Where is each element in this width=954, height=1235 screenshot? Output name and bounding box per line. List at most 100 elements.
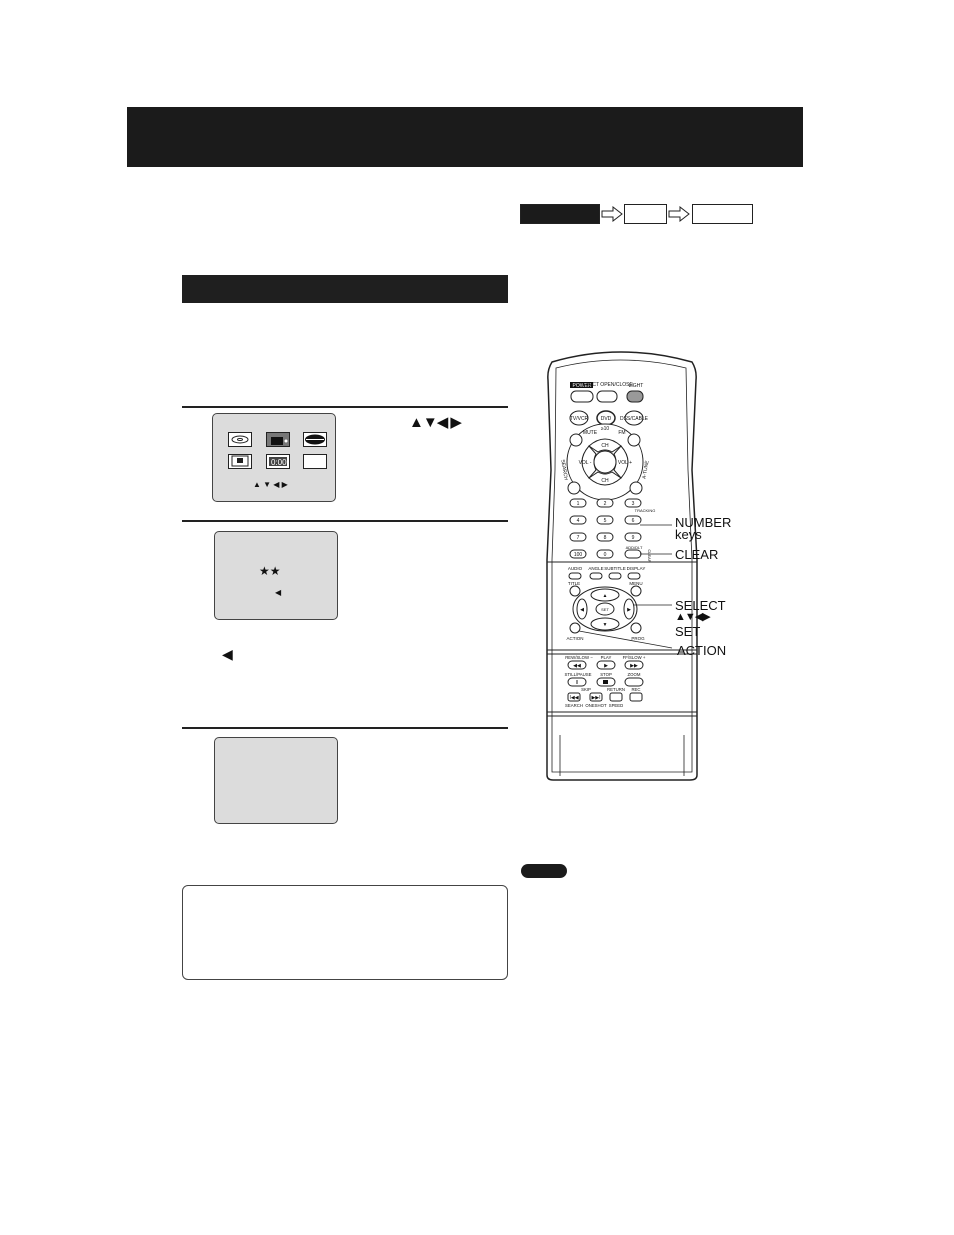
number-key-label: 1 [577, 501, 580, 507]
number-key-label: 2 [604, 501, 607, 507]
zoom-label: ZOOM [628, 672, 641, 677]
number-key-label: 0 [604, 552, 607, 558]
number-key-label: 9 [632, 535, 635, 541]
callout-clear: CLEAR [675, 547, 719, 562]
rating-icon [228, 454, 252, 469]
vol-plus-label: VOL + [618, 460, 632, 466]
callout-action: ACTION [677, 643, 727, 658]
lips-icon [303, 432, 327, 447]
fm-button[interactable] [627, 433, 641, 447]
cursor-left-icon: ◀ [275, 588, 282, 597]
tv-icon [266, 432, 290, 447]
dvd-label: DVD [601, 416, 612, 422]
tv-screen-menu: 0:00 ▲ ▼ ◀ ▶ [212, 413, 336, 502]
menu-button[interactable] [630, 585, 642, 597]
angle-button[interactable] [589, 572, 603, 580]
search-button[interactable] [567, 481, 581, 495]
set-button-label: SET [601, 607, 609, 612]
hollow-right-arrow-icon [601, 206, 623, 222]
mute-button[interactable] [569, 433, 583, 447]
light-label: LIGHT [629, 383, 644, 389]
add-dlt-button[interactable] [624, 549, 642, 559]
number-key-label: 7 [577, 535, 580, 541]
callout-set: SET [675, 624, 701, 639]
subtitle-button[interactable] [608, 572, 622, 580]
speed-label: SPEED [609, 703, 624, 708]
return-label: RETURN [607, 687, 625, 692]
rec-label: REC [631, 687, 640, 692]
dss-cable-label: DSS/CABLE [620, 416, 649, 422]
step-divider [182, 727, 508, 729]
svg-text:◀: ◀ [580, 607, 584, 613]
note-box [182, 885, 508, 980]
svg-text:▶▶I: ▶▶I [591, 695, 600, 701]
number-key-label: 4 [577, 518, 580, 524]
screen-arrows: ▲ ▼ ◀ ▶ [253, 480, 288, 489]
search-sub-label: SEARCH [565, 703, 583, 708]
title-label: TITLE [568, 581, 580, 586]
svg-text:▶: ▶ [627, 607, 631, 613]
note-badge [521, 864, 567, 878]
fm-label: FM [618, 430, 625, 436]
action-button-label: ACTION [566, 636, 583, 641]
a-tune-button[interactable] [629, 481, 643, 495]
center-button[interactable] [593, 450, 617, 474]
disc-icon [228, 432, 252, 447]
audio-button[interactable] [568, 572, 582, 580]
title-button[interactable] [569, 585, 581, 597]
display-button[interactable] [627, 572, 641, 580]
display-label: DISPLAY [627, 566, 646, 571]
add-dlt-label: ADD/DLT [626, 545, 643, 550]
number-key-label: 6 [632, 518, 635, 524]
step-divider [182, 406, 508, 408]
prog-label: PROG [631, 636, 645, 641]
svg-text:I◀◀: I◀◀ [569, 695, 578, 701]
number-key-label: 5 [604, 518, 607, 524]
rec-button[interactable] [629, 692, 643, 702]
hollow-right-arrow-icon [668, 206, 690, 222]
section-heading-bar [182, 275, 508, 303]
subtitle-label: SUBTITLE [604, 566, 626, 571]
oneshot-label: ONESHOT [585, 703, 607, 708]
eject-label: EJECT OPEN/CLOSE [583, 382, 633, 388]
menu-label: MENU [629, 581, 642, 586]
rew-label: REW/SLOW − [565, 655, 593, 660]
mute-label: MUTE [583, 430, 598, 436]
flow-step-2 [624, 204, 667, 224]
svg-text:▶▶: ▶▶ [630, 663, 638, 669]
light-button[interactable] [626, 390, 644, 403]
direction-arrows-icon: ▲▼◀ ▶ [409, 414, 462, 431]
svg-text:▼: ▼ [603, 622, 608, 628]
ff-label: FF/SLOW + [623, 655, 646, 660]
blank-icon [303, 454, 327, 469]
audio-label: AUDIO [568, 566, 583, 571]
ge10-label: ≥10 [601, 426, 610, 432]
svg-text:II: II [576, 680, 579, 686]
play-label: PLAY [601, 655, 612, 660]
action-button[interactable] [569, 622, 581, 634]
callout-keys: keys [675, 527, 702, 542]
ch-down-label: CH [601, 478, 609, 484]
angle-label: ANGLE [588, 566, 603, 571]
return-button[interactable] [609, 692, 623, 702]
zoom-button[interactable] [624, 677, 644, 687]
left-arrow-icon: ◀ [222, 646, 233, 662]
stop-label: STOP [600, 672, 612, 677]
prog-button[interactable] [630, 622, 642, 634]
skip-label: SKIP [581, 687, 591, 692]
flow-step-active [520, 204, 600, 224]
still-pause-label: STILL/PAUSE [565, 672, 592, 677]
step-divider [182, 520, 508, 522]
callout-select-arrows: ▲▼◀▶ [675, 611, 711, 623]
power-button[interactable] [570, 390, 594, 403]
svg-text:▲: ▲ [603, 593, 608, 599]
number-key-label: 8 [604, 535, 607, 541]
manual-page: ▲▼◀ ▶ 0:00 ▲ ▼ ◀ ▶ ★★ ◀ ◀ POWER EJECT OP… [0, 0, 954, 1235]
rating-stars: ★★ [259, 564, 281, 578]
eject-button[interactable] [596, 390, 618, 403]
ch-up-label: CH [601, 443, 609, 449]
tv-screen-rating: ★★ ◀ [214, 531, 338, 620]
svg-text:◀◀: ◀◀ [573, 663, 581, 669]
tv-vcr-label: TV/VCR [570, 416, 589, 422]
svg-text:0:00: 0:00 [271, 458, 287, 467]
